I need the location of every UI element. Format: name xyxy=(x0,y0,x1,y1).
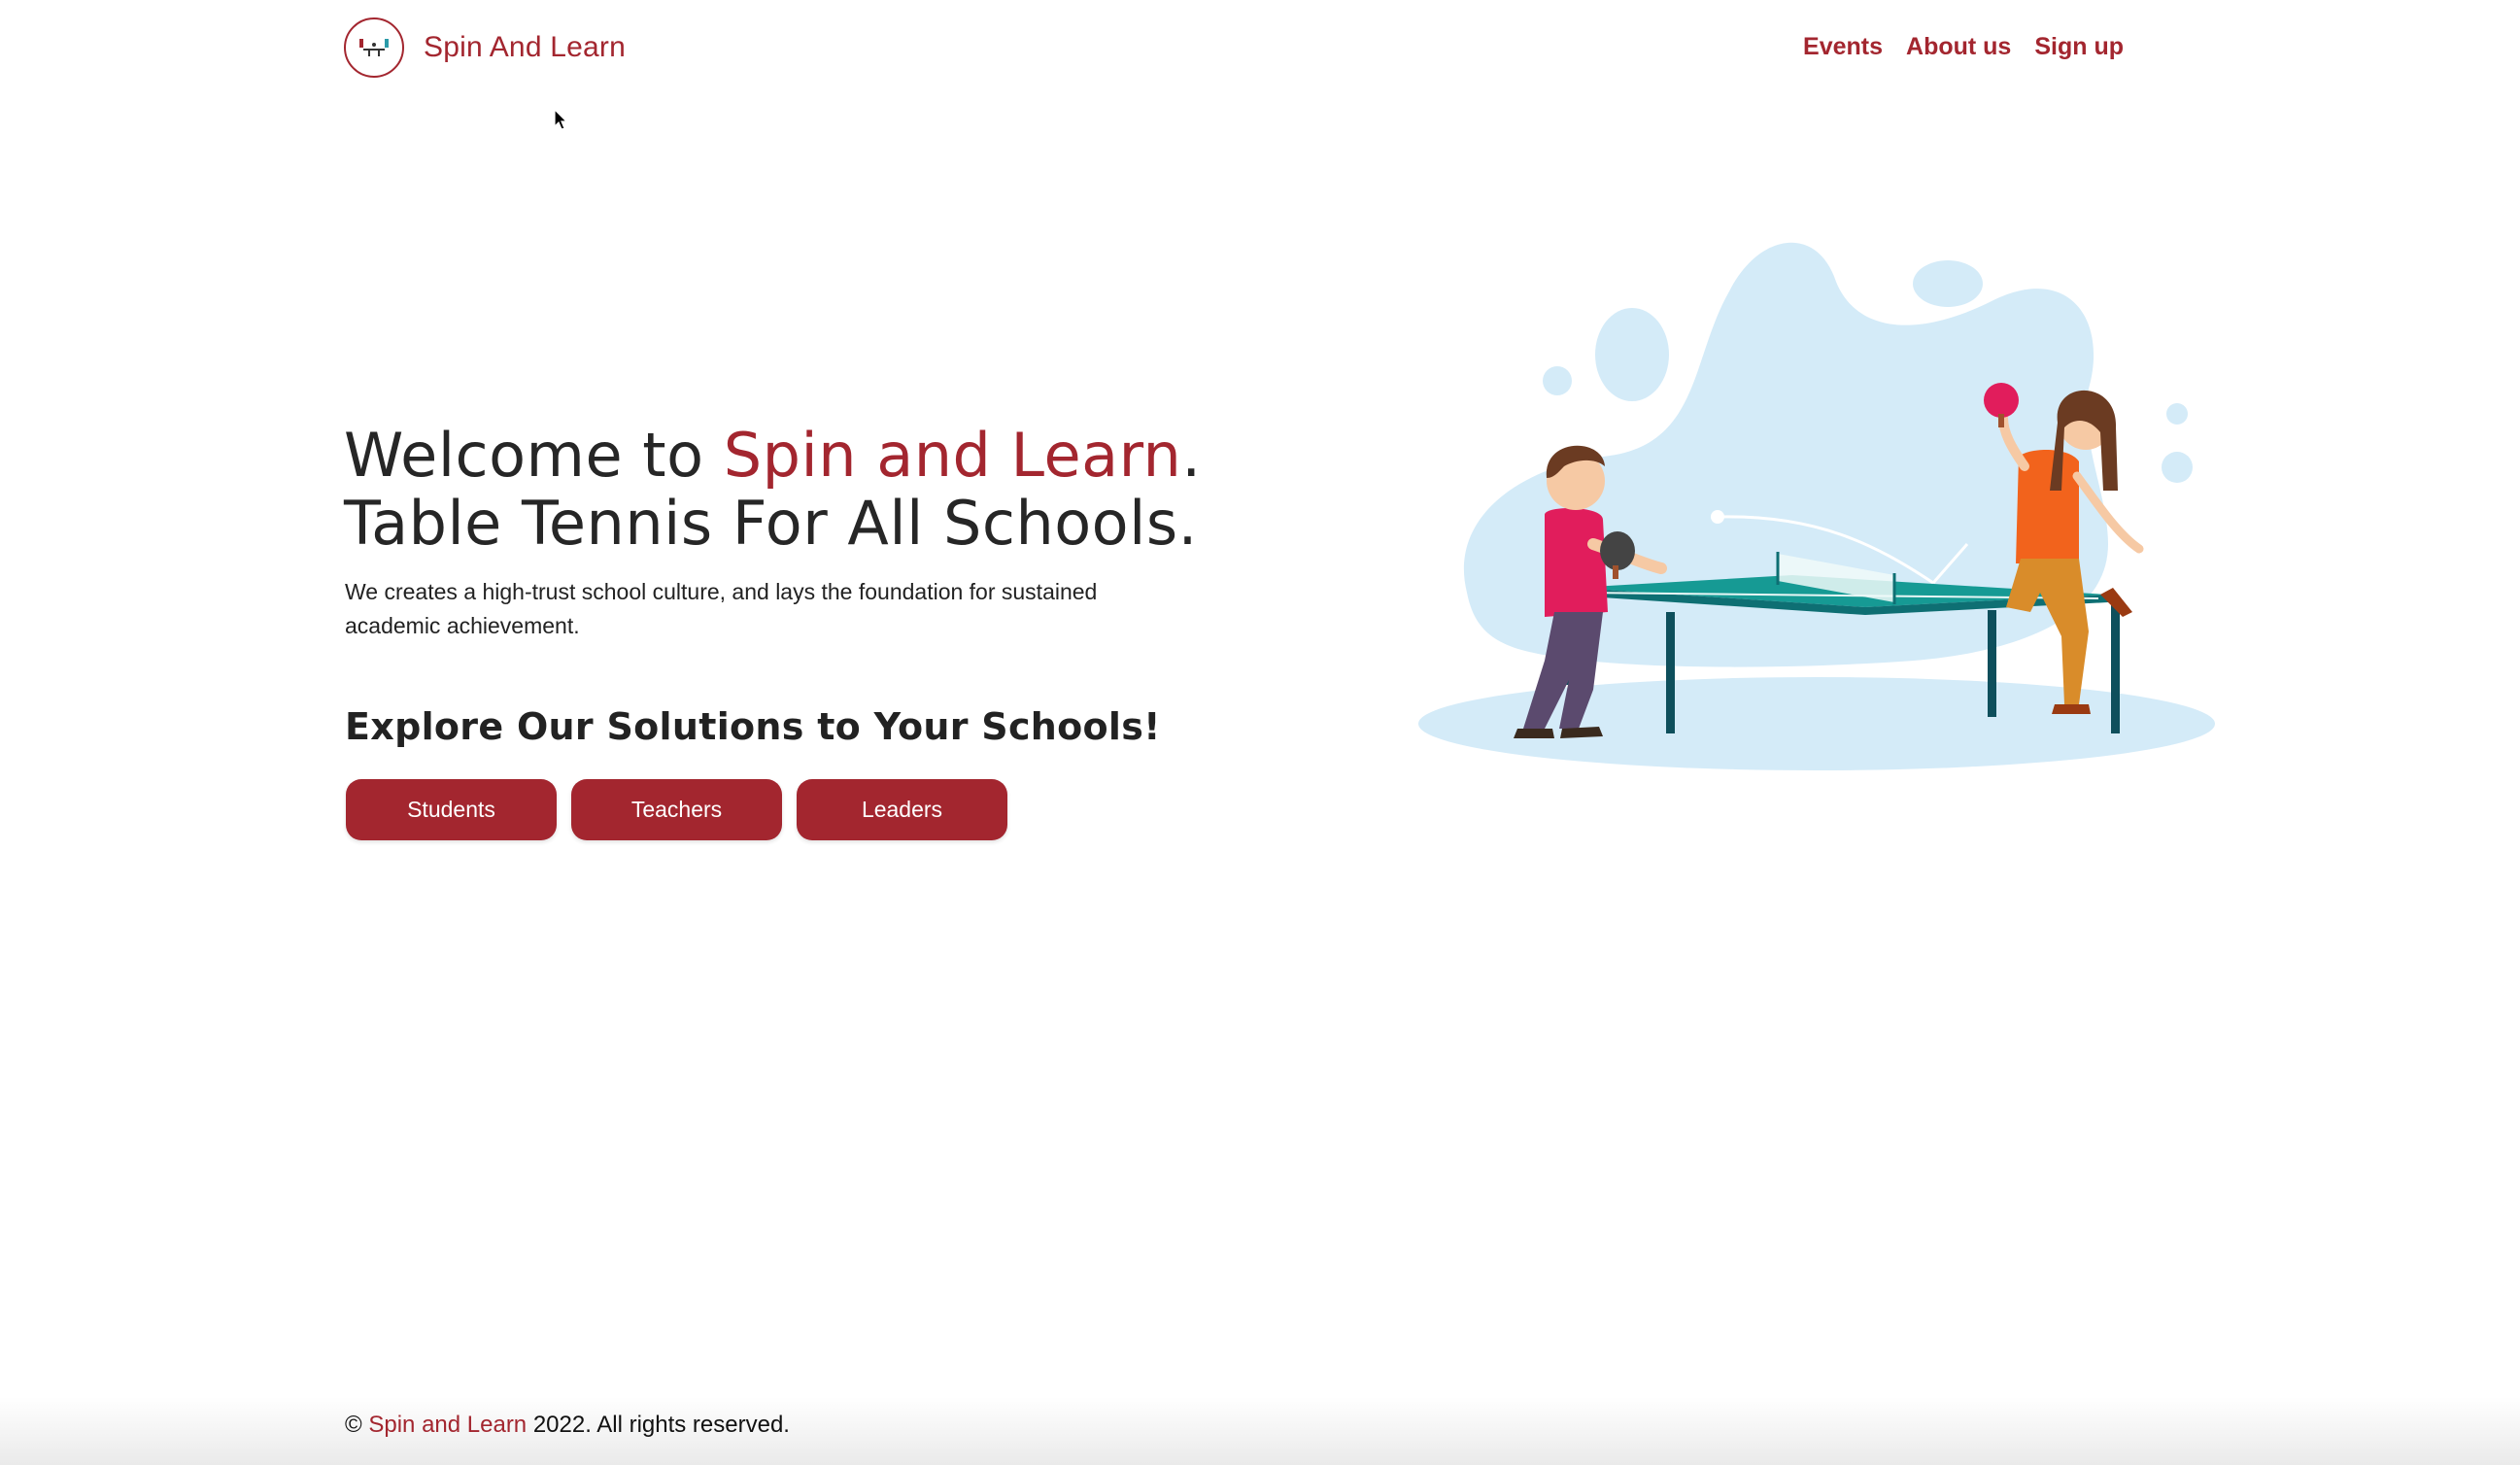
mouse-cursor-icon xyxy=(554,109,568,130)
page: Spin And Learn Events About us Sign up W… xyxy=(0,0,2520,1465)
nav-signup-link[interactable]: Sign up xyxy=(2034,33,2124,61)
footer-copyright: © Spin and Learn 2022. All rights reserv… xyxy=(345,1412,790,1439)
explore-heading: Explore Our Solutions to Your Schools! xyxy=(345,705,1161,748)
ping-pong-logo-icon xyxy=(344,17,404,78)
hero-title-prefix: Welcome to xyxy=(344,420,724,491)
students-button[interactable]: Students xyxy=(346,779,557,840)
nav-events-link[interactable]: Events xyxy=(1803,33,1883,61)
leaders-button[interactable]: Leaders xyxy=(797,779,1007,840)
hero-subtitle: We creates a high-trust school culture, … xyxy=(345,579,1098,638)
hero-title-accent: Spin and Learn xyxy=(723,420,1182,491)
footer-text: 2022. All rights reserved. xyxy=(532,1412,790,1438)
table-tennis-players-illustration xyxy=(1418,242,2215,770)
footer-brand-link[interactable]: Spin and Learn xyxy=(368,1412,527,1438)
hero-title: Welcome to Spin and Learn. Table Tennis … xyxy=(344,422,1202,558)
main-nav: Events About us Sign up xyxy=(1803,33,2124,61)
solution-buttons: Students Teachers Leaders xyxy=(346,779,1007,840)
brand-name: Spin And Learn xyxy=(424,31,626,63)
teachers-button[interactable]: Teachers xyxy=(571,779,782,840)
hero-title-suffix: . xyxy=(1181,420,1202,491)
copyright-symbol: © xyxy=(345,1412,362,1438)
hero-title-line2: Table Tennis For All Schools. xyxy=(344,488,1198,559)
nav-about-link[interactable]: About us xyxy=(1906,33,2011,61)
home-logo-link[interactable]: Spin And Learn xyxy=(344,17,626,78)
